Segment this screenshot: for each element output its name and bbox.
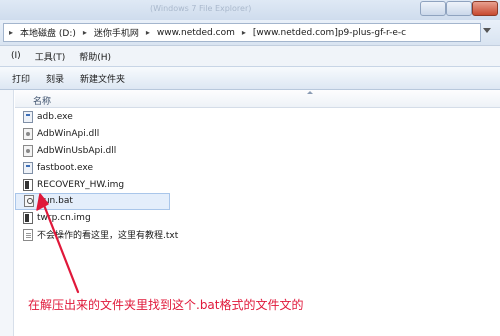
img-icon	[23, 178, 33, 191]
list-item[interactable]: adb.exe	[15, 109, 500, 126]
file-name: Run.bat	[38, 196, 73, 207]
minimize-button[interactable]	[420, 1, 446, 16]
list-item[interactable]: 不会操作的看这里，这里有教程.txt	[15, 227, 500, 244]
list-item[interactable]: twrp.cn.img	[15, 210, 500, 227]
menu-item-view[interactable]: (I)	[4, 51, 28, 61]
sort-ascending-icon	[307, 91, 313, 94]
burn-button[interactable]: 刻录	[38, 72, 72, 85]
img-icon	[23, 212, 33, 225]
burn-label: 刻录	[46, 74, 65, 85]
list-item[interactable]: AdbWinUsbApi.dll	[15, 143, 500, 160]
breadcrumb-item[interactable]: [www.netded.com]p9-plus-gf-r-e-c	[251, 28, 408, 38]
file-name: RECOVERY_HW.img	[37, 179, 125, 190]
breadcrumb[interactable]: ▸ 本地磁盘 (D:) ▸ 迷你手机网 ▸ www.netded.com ▸ […	[3, 23, 481, 42]
file-list: adb.exe AdbWinApi.dll AdbWinUsbApi.dll f…	[15, 109, 500, 243]
annotation-text: 在解压出来的文件夹里找到这个.bat格式的文件文的	[28, 298, 304, 312]
exe-icon	[23, 111, 33, 124]
print-label: 打印	[12, 74, 31, 85]
exe-icon	[23, 161, 33, 174]
file-name: adb.exe	[37, 112, 73, 123]
column-header-name[interactable]: 名称	[33, 94, 51, 107]
chevron-right-icon[interactable]: ▸	[141, 28, 155, 37]
close-button[interactable]	[472, 1, 498, 16]
menu-item-tools[interactable]: 工具(T)	[28, 50, 73, 63]
list-item[interactable]: RECOVERY_HW.img	[15, 176, 500, 193]
txt-icon	[23, 228, 33, 241]
list-item-selected[interactable]: Run.bat	[15, 192, 170, 210]
command-toolbar: 打印 刻录 新建文件夹	[0, 66, 500, 90]
file-name: fastboot.exe	[37, 162, 93, 173]
column-header-row: 名称	[15, 90, 500, 108]
print-button[interactable]: 打印	[4, 72, 38, 85]
address-bar: ▸ 本地磁盘 (D:) ▸ 迷你手机网 ▸ www.netded.com ▸ […	[0, 20, 500, 46]
chevron-right-icon: ▸	[9, 28, 14, 37]
list-item[interactable]: fastboot.exe	[15, 159, 500, 176]
list-item[interactable]: AdbWinApi.dll	[15, 126, 500, 143]
chevron-right-icon[interactable]: ▸	[78, 28, 92, 37]
address-history-dropdown-icon[interactable]	[483, 28, 491, 33]
dll-icon	[23, 144, 33, 157]
maximize-button[interactable]	[446, 1, 472, 16]
dll-icon	[23, 128, 33, 141]
breadcrumb-item[interactable]: www.netded.com	[155, 28, 237, 38]
title-bar: (Windows 7 File Explorer)	[0, 0, 500, 20]
menu-item-help[interactable]: 帮助(H)	[72, 50, 118, 63]
navigation-pane[interactable]	[0, 90, 14, 336]
bat-icon	[24, 195, 34, 208]
file-name: 不会操作的看这里，这里有教程.txt	[37, 231, 179, 242]
chevron-right-icon[interactable]: ▸	[237, 28, 251, 37]
menu-bar: (I) 工具(T) 帮助(H)	[0, 46, 500, 66]
new-folder-button[interactable]: 新建文件夹	[72, 72, 133, 85]
window-title: (Windows 7 File Explorer)	[150, 4, 252, 13]
breadcrumb-item[interactable]: 本地磁盘 (D:)	[18, 26, 78, 39]
file-name: twrp.cn.img	[37, 213, 91, 224]
new-folder-label: 新建文件夹	[80, 74, 126, 85]
file-name: AdbWinApi.dll	[37, 129, 100, 140]
file-name: AdbWinUsbApi.dll	[37, 145, 117, 156]
breadcrumb-item[interactable]: 迷你手机网	[92, 26, 141, 39]
